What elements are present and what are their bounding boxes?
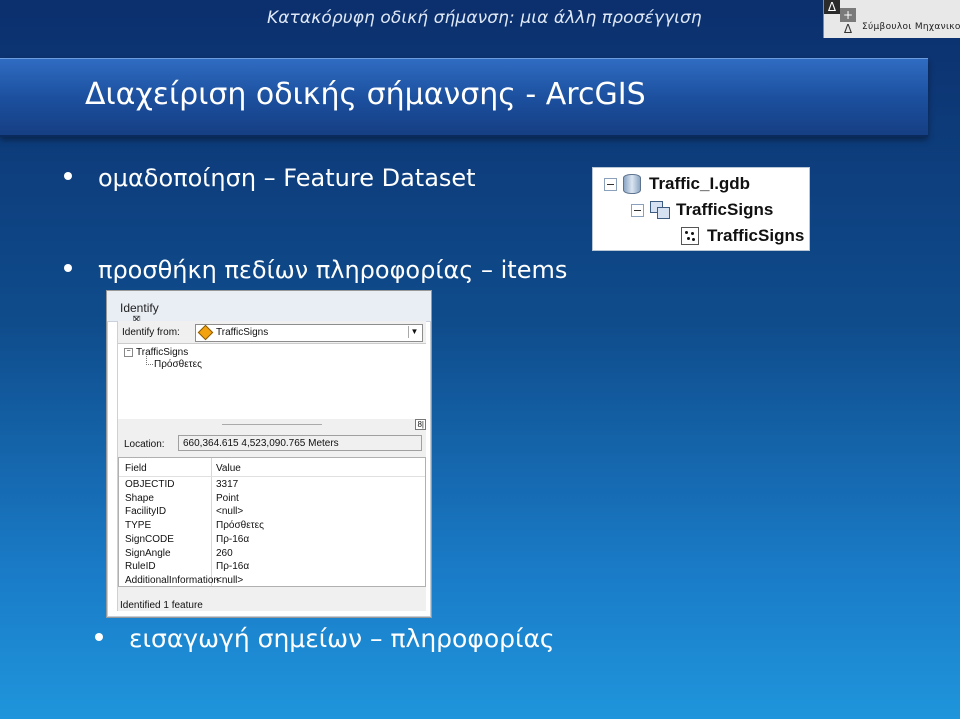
- bullet-text: προσθήκη πεδίων πληροφορίας – items: [98, 256, 568, 284]
- logo-letter-3: Δ: [843, 22, 853, 36]
- slide-title: Διαχείριση οδικής σήμανσης - ArcGIS: [85, 77, 646, 112]
- identify-from-value: TrafficSigns: [216, 327, 269, 338]
- identify-from-label: Identify from:: [122, 327, 180, 338]
- top-caption: Κατακόρυφη οδική σήμανση: μια άλλη προσέ…: [267, 8, 702, 28]
- bullet-dot: [95, 633, 103, 641]
- field-value: Πρόσθετες: [216, 520, 264, 532]
- database-icon: [623, 174, 641, 194]
- location-field[interactable]: 660,364.615 4,523,090.765 Meters: [178, 435, 422, 451]
- feature-dataset-label: TrafficSigns: [676, 200, 774, 219]
- identify-body: Identify from: TrafficSigns ▼ − TrafficS…: [117, 321, 426, 611]
- column-value-header[interactable]: Value: [216, 463, 241, 474]
- status-bar: Identified 1 feature: [118, 597, 426, 615]
- collapse-icon[interactable]: [631, 203, 644, 217]
- tree-feature-node[interactable]: Πρόσθετες: [154, 359, 202, 370]
- field-name: AdditionalInformation: [125, 574, 219, 586]
- identify-window: Identify □ × Identify from: TrafficSigns …: [106, 290, 432, 618]
- bullet-1: ομαδοποίηση – Feature Dataset: [64, 164, 476, 192]
- identify-from-dropdown[interactable]: TrafficSigns ▼: [195, 324, 423, 342]
- table-row[interactable]: TYPE Πρόσθετες: [119, 520, 425, 534]
- tree-layer-node[interactable]: TrafficSigns: [136, 347, 188, 358]
- layer-icon: [197, 324, 214, 341]
- attribute-grid: Field Value OBJECTID 3317 Shape Point Faci…: [118, 457, 426, 587]
- feature-dataset-icon: [650, 201, 670, 219]
- chevron-down-icon[interactable]: ▼: [408, 326, 420, 338]
- tree-connector: [146, 356, 153, 365]
- bullet-text: ομαδοποίηση – Feature Dataset: [98, 164, 476, 192]
- field-name: Shape: [125, 492, 154, 504]
- field-value: Point: [216, 492, 239, 504]
- logo-letter-2: +: [840, 8, 856, 22]
- pane-splitter[interactable]: 8|: [118, 419, 426, 431]
- geodatabase-label: Traffic_I.gdb: [649, 174, 751, 193]
- table-row[interactable]: OBJECTID 3317: [119, 479, 425, 493]
- logo-letter-1: Δ: [824, 0, 840, 14]
- company-logo: Δ + Δ Σύμβουλοι Μηχανικοί: [823, 0, 960, 38]
- point-feature-class-icon: [681, 227, 699, 245]
- field-value: Πρ-16α: [216, 533, 250, 545]
- bullet-dot: [64, 172, 72, 180]
- bullet-text: εισαγωγή σημείων – πληροφορίας: [129, 624, 555, 653]
- field-value: 3317: [216, 479, 239, 490]
- bullet-3: εισαγωγή σημείων – πληροφορίας: [95, 624, 555, 653]
- field-value: 260: [216, 547, 233, 559]
- tree-node-feature-class[interactable]: TrafficSigns: [681, 226, 804, 246]
- identify-results-tree: − TrafficSigns Πρόσθετες: [118, 343, 426, 421]
- status-text: Identified 1 feature: [120, 600, 203, 611]
- field-name: OBJECTID: [125, 479, 175, 490]
- pin-icon[interactable]: 8|: [415, 419, 426, 430]
- field-value: Πρ-16α: [216, 561, 250, 573]
- collapse-icon[interactable]: −: [124, 348, 133, 357]
- column-field-header[interactable]: Field: [125, 463, 147, 474]
- location-label: Location:: [124, 439, 165, 450]
- feature-class-label: TrafficSigns: [707, 226, 805, 245]
- field-name: RuleID: [125, 561, 156, 573]
- field-value: <null>: [216, 574, 244, 586]
- splitter-grip[interactable]: [222, 424, 322, 425]
- tree-node-geodatabase[interactable]: Traffic_I.gdb: [604, 174, 750, 194]
- title-band: Διαχείριση οδικής σήμανσης - ArcGIS: [0, 58, 928, 137]
- logo-text: Σύμβουλοι Μηχανικοί: [862, 22, 960, 32]
- table-row[interactable]: Shape Point: [119, 493, 425, 507]
- field-value: <null>: [216, 506, 244, 518]
- collapse-icon[interactable]: [604, 177, 617, 191]
- field-name: SignAngle: [125, 547, 171, 559]
- field-name: FacilityID: [125, 506, 167, 518]
- table-row[interactable]: SignAngle 260: [119, 548, 425, 562]
- identify-titlebar: Identify □ ×: [107, 291, 431, 326]
- bullet-dot: [64, 264, 72, 272]
- bullet-2: προσθήκη πεδίων πληροφορίας – items: [64, 256, 567, 284]
- table-row[interactable]: RuleID Πρ-16α: [119, 561, 425, 575]
- table-row[interactable]: AdditionalInformation <null>: [119, 575, 425, 589]
- table-row[interactable]: SignCODE Πρ-16α: [119, 534, 425, 548]
- tree-node-feature-dataset[interactable]: TrafficSigns: [631, 200, 773, 220]
- grid-header: Field Value: [119, 458, 425, 477]
- field-name: SignCODE: [125, 533, 174, 545]
- catalog-tree-screenshot: Traffic_I.gdb TrafficSigns TrafficSigns: [592, 167, 810, 251]
- table-row[interactable]: FacilityID <null>: [119, 506, 425, 520]
- field-name: TYPE: [125, 520, 152, 532]
